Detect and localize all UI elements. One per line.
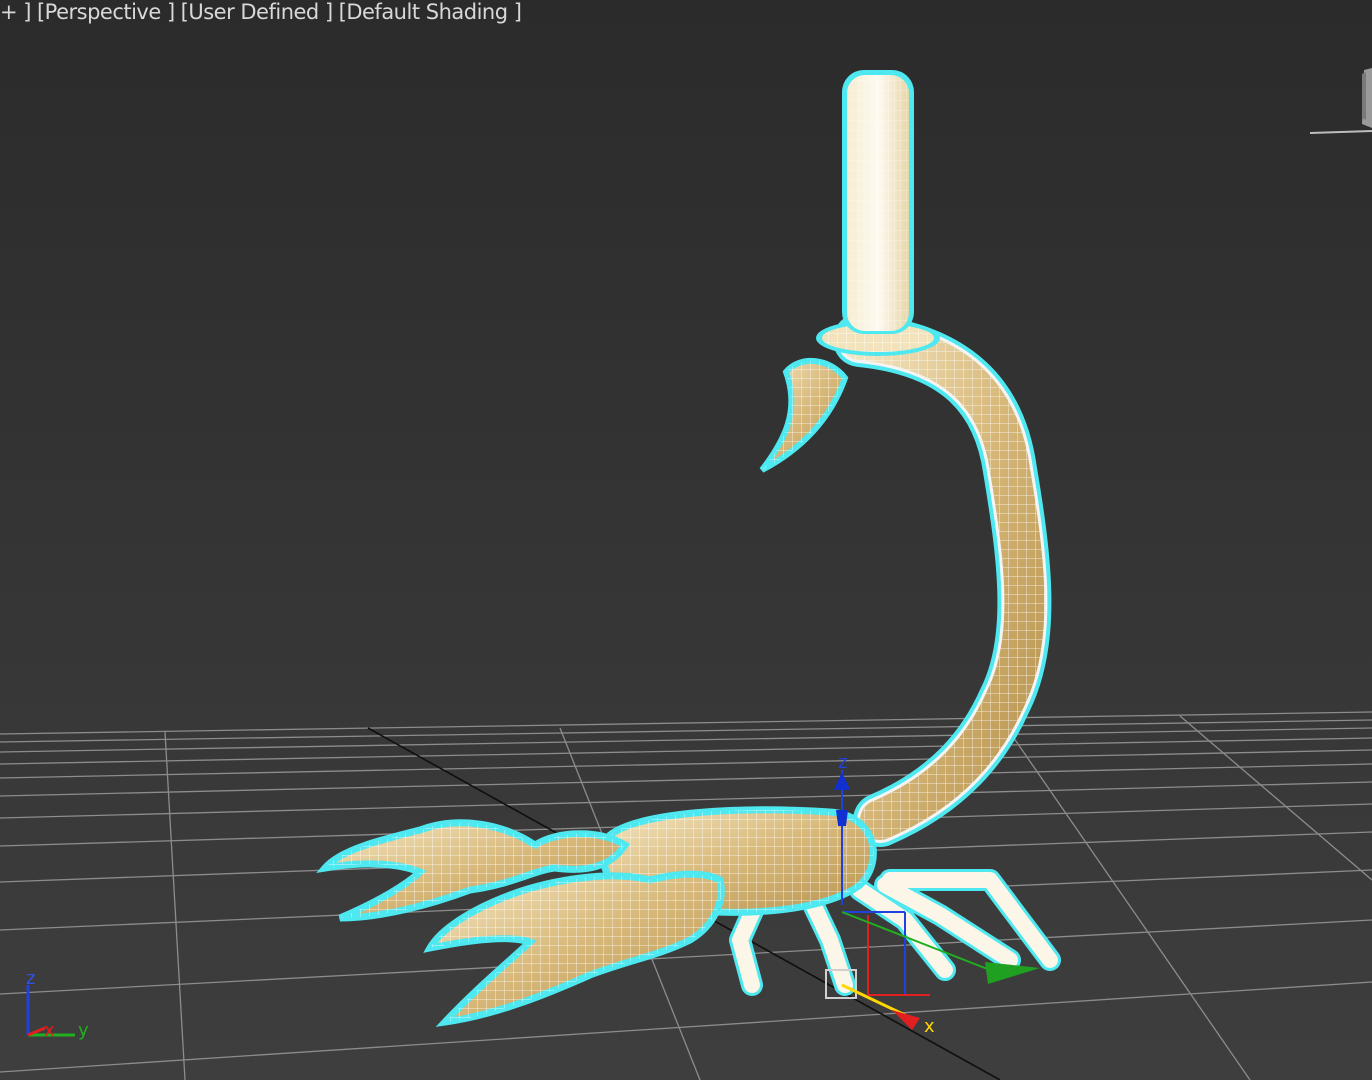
perspective-viewport[interactable]: z x z x y + ] [Perspective ] [User Defin… <box>0 0 1372 1080</box>
viewcube-icon[interactable] <box>1306 62 1372 138</box>
viewport-canvas[interactable]: z x z x y <box>0 0 1372 1080</box>
viewport-label-menu: + ] [Perspective ] [User Defined ] [Defa… <box>0 0 522 24</box>
gizmo-z-label: z <box>838 752 847 773</box>
viewport-general-menu[interactable]: + ] <box>0 0 31 24</box>
gizmo-x-label: x <box>924 1016 935 1037</box>
tripod-z-label: z <box>26 968 35 989</box>
tripod-y-label: y <box>78 1020 89 1041</box>
viewport-preset-label[interactable]: [User Defined ] <box>181 0 333 24</box>
viewport-shading-label[interactable]: [Default Shading ] <box>339 0 522 24</box>
tripod-x-label: x <box>44 1020 55 1041</box>
viewport-point-of-view-label[interactable]: [Perspective ] <box>37 0 175 24</box>
